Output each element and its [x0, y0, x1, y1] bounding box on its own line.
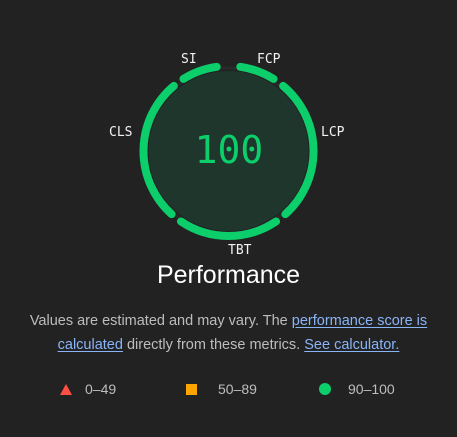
- metric-label-si: SI: [181, 52, 197, 67]
- description-text-1: Values are estimated and may vary. The: [29, 313, 292, 329]
- metric-label-fcp: FCP: [257, 52, 281, 67]
- legend-range-pass: 90–100: [348, 381, 395, 397]
- legend-item-fail: 0–49: [60, 376, 116, 402]
- metric-label-cls: CLS: [109, 125, 133, 140]
- metric-label-tbt: TBT: [228, 243, 252, 258]
- legend-range-fail: 0–49: [85, 381, 117, 397]
- performance-score: 100: [194, 128, 264, 172]
- triangle-icon: [60, 383, 72, 395]
- score-legend: 0–49 50–89 90–100: [0, 376, 457, 402]
- metric-label-lcp: LCP: [321, 125, 345, 140]
- circle-icon: [319, 383, 331, 395]
- see-calculator-link[interactable]: See calculator.: [304, 337, 399, 353]
- legend-item-average: 50–89: [186, 376, 257, 402]
- legend-item-pass: 90–100: [319, 376, 395, 402]
- gauge-title: Performance: [156, 261, 301, 289]
- square-icon: [186, 383, 197, 395]
- description-text-2: directly from these metrics.: [122, 337, 305, 353]
- legend-range-average: 50–89: [218, 381, 257, 397]
- score-description: Values are estimated and may vary. The p…: [20, 309, 437, 357]
- performance-gauge: SI FCP LCP TBT CLS 100: [0, 0, 457, 270]
